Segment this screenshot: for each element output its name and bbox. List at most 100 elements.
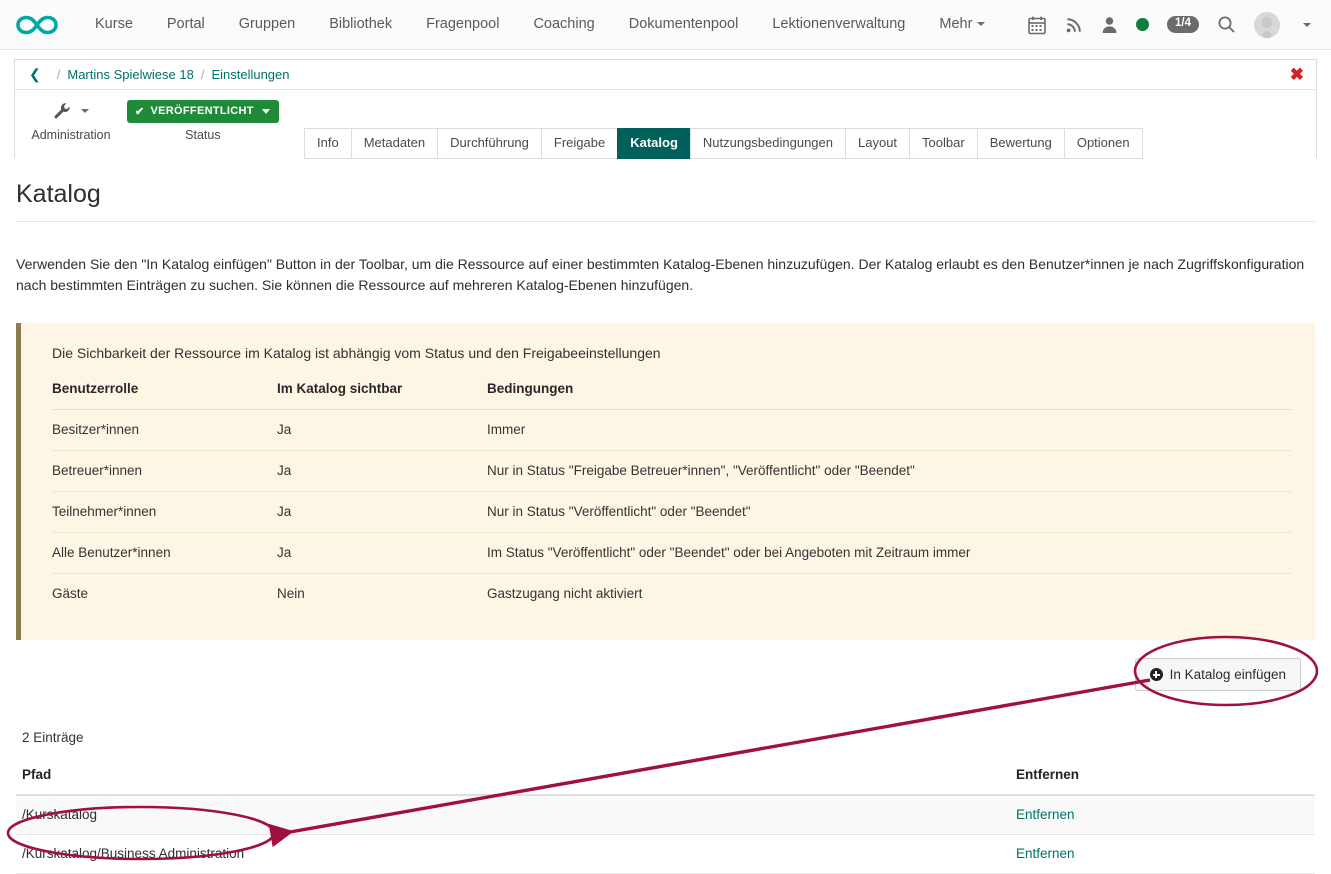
- chevron-left-icon[interactable]: ❮: [29, 66, 41, 83]
- cell-role: Besitzer*innen: [52, 410, 277, 451]
- page-title: Katalog: [16, 180, 1315, 222]
- wrench-icon: [53, 100, 89, 122]
- navbar-actions: 1/4: [1027, 12, 1315, 38]
- table-row: Gäste Nein Gastzugang nicht aktiviert: [52, 574, 1291, 615]
- administration-label: Administration: [31, 128, 110, 142]
- col-header-entfernen: Entfernen: [1010, 767, 1315, 795]
- add-button-row: In Katalog einfügen: [16, 658, 1315, 691]
- intro-paragraph: Verwenden Sie den "In Katalog einfügen" …: [16, 254, 1306, 296]
- main-content: Katalog Verwenden Sie den "In Katalog ei…: [0, 158, 1331, 874]
- cell-remove: Entfernen: [1010, 835, 1315, 874]
- person-icon[interactable]: [1101, 16, 1118, 34]
- breadcrumb-separator-1: /: [201, 67, 205, 82]
- catalog-entries-table: Pfad Entfernen /Kurskatalog Entfernen /K…: [16, 767, 1315, 874]
- nav-item-lektionenverwaltung[interactable]: Lektionenverwaltung: [755, 0, 922, 49]
- cell-conditions: Im Status "Veröffentlicht" oder "Beendet…: [487, 533, 1291, 574]
- tab-info[interactable]: Info: [304, 128, 351, 159]
- cell-visible: Ja: [277, 410, 487, 451]
- infinity-logo[interactable]: [14, 10, 60, 40]
- resource-toolbar: Administration ✔ VERÖFFENTLICHT Status I…: [15, 90, 1316, 158]
- table-row: Teilnehmer*innen Ja Nur in Status "Veröf…: [52, 492, 1291, 533]
- cell-conditions: Gastzugang nicht aktiviert: [487, 574, 1291, 615]
- cell-path: /Kurskatalog: [16, 795, 1010, 835]
- tab-metadaten[interactable]: Metadaten: [351, 128, 437, 159]
- check-icon: ✔: [135, 105, 145, 118]
- breadcrumb-item-settings[interactable]: Einstellungen: [211, 67, 289, 82]
- cell-remove: Entfernen: [1010, 795, 1315, 835]
- nav-item-bibliothek[interactable]: Bibliothek: [312, 0, 409, 49]
- administration-menu[interactable]: Administration: [15, 100, 127, 142]
- nav-item-gruppen[interactable]: Gruppen: [222, 0, 312, 49]
- cell-visible: Ja: [277, 492, 487, 533]
- breadcrumb-item-course[interactable]: Martins Spielwiese 18: [67, 67, 193, 82]
- table-row: Alle Benutzer*innen Ja Im Status "Veröff…: [52, 533, 1291, 574]
- chevron-down-icon: [977, 22, 985, 26]
- nav-item-portal[interactable]: Portal: [150, 0, 222, 49]
- nav-item-kurse[interactable]: Kurse: [78, 0, 150, 49]
- nav-item-dokumentenpool[interactable]: Dokumentenpool: [612, 0, 756, 49]
- status-control[interactable]: ✔ VERÖFFENTLICHT Status: [127, 100, 279, 142]
- settings-tabs: Info Metadaten Durchführung Freigabe Kat…: [304, 128, 1143, 159]
- col-header-sichtbar: Im Katalog sichtbar: [277, 381, 487, 410]
- avatar[interactable]: [1254, 12, 1280, 38]
- cell-role: Gäste: [52, 574, 277, 615]
- table-row: Besitzer*innen Ja Immer: [52, 410, 1291, 451]
- cell-role: Alle Benutzer*innen: [52, 533, 277, 574]
- nav-item-mehr-label: Mehr: [939, 16, 972, 32]
- status-button[interactable]: ✔ VERÖFFENTLICHT: [127, 100, 279, 123]
- tab-katalog[interactable]: Katalog: [617, 128, 690, 159]
- remove-link[interactable]: Entfernen: [1016, 846, 1075, 861]
- table-header-row: Benutzerrolle Im Katalog sichtbar Beding…: [52, 381, 1291, 410]
- visibility-infobox: Die Sichbarkeit der Ressource im Katalog…: [16, 323, 1315, 640]
- cell-visible: Nein: [277, 574, 487, 615]
- cell-visible: Ja: [277, 451, 487, 492]
- infobox-heading: Die Sichbarkeit der Ressource im Katalog…: [52, 345, 1291, 361]
- close-icon[interactable]: ✖: [1290, 66, 1304, 83]
- nav-item-mehr[interactable]: Mehr: [922, 0, 1002, 49]
- remove-link[interactable]: Entfernen: [1016, 807, 1075, 822]
- cell-conditions: Nur in Status "Veröffentlicht" oder "Bee…: [487, 492, 1291, 533]
- status-label: Status: [185, 128, 220, 142]
- primary-nav: Kurse Portal Gruppen Bibliothek Fragenpo…: [78, 0, 1002, 49]
- table-row: /Kurskatalog Entfernen: [16, 795, 1315, 835]
- breadcrumb-separator-0: /: [57, 67, 61, 82]
- col-header-bedingungen: Bedingungen: [487, 381, 1291, 410]
- entries-header-row: Pfad Entfernen: [16, 767, 1315, 795]
- table-row: /Kurskatalog/Business Administration Ent…: [16, 835, 1315, 874]
- nav-item-fragenpool[interactable]: Fragenpool: [409, 0, 516, 49]
- status-button-wrap: ✔ VERÖFFENTLICHT: [127, 100, 279, 122]
- cell-role: Teilnehmer*innen: [52, 492, 277, 533]
- user-menu-chevron-down-icon[interactable]: [1303, 23, 1311, 27]
- col-header-benutzerrolle: Benutzerrolle: [52, 381, 277, 410]
- add-to-catalog-button-label: In Katalog einfügen: [1170, 667, 1286, 682]
- cell-visible: Ja: [277, 533, 487, 574]
- tab-layout[interactable]: Layout: [845, 128, 909, 159]
- tab-toolbar[interactable]: Toolbar: [909, 128, 977, 159]
- notification-count-badge[interactable]: 1/4: [1167, 16, 1199, 33]
- calendar-icon[interactable]: [1027, 15, 1047, 35]
- tab-durchfuehrung[interactable]: Durchführung: [437, 128, 541, 159]
- cell-conditions: Nur in Status "Freigabe Betreuer*innen",…: [487, 451, 1291, 492]
- breadcrumb: ❮ / Martins Spielwiese 18 / Einstellunge…: [15, 60, 1316, 90]
- nav-item-coaching[interactable]: Coaching: [516, 0, 611, 49]
- search-icon[interactable]: [1217, 15, 1236, 34]
- tab-nutzungsbedingungen[interactable]: Nutzungsbedingungen: [690, 128, 845, 159]
- tab-optionen[interactable]: Optionen: [1064, 128, 1143, 159]
- table-row: Betreuer*innen Ja Nur in Status "Freigab…: [52, 451, 1291, 492]
- tab-freigabe[interactable]: Freigabe: [541, 128, 617, 159]
- cell-conditions: Immer: [487, 410, 1291, 451]
- status-dot-icon[interactable]: [1136, 18, 1149, 31]
- top-navbar: Kurse Portal Gruppen Bibliothek Fragenpo…: [0, 0, 1331, 50]
- tab-bewertung[interactable]: Bewertung: [977, 128, 1064, 159]
- status-value: VERÖFFENTLICHT: [151, 105, 254, 117]
- entries-count: 2 Einträge: [22, 730, 1315, 745]
- col-header-pfad: Pfad: [16, 767, 1010, 795]
- add-to-catalog-button[interactable]: In Katalog einfügen: [1135, 658, 1301, 691]
- status-chevron-down-icon: [262, 109, 270, 114]
- administration-chevron-down-icon: [81, 109, 89, 113]
- cell-role: Betreuer*innen: [52, 451, 277, 492]
- plus-circle-icon: [1150, 668, 1163, 681]
- page-panel: ❮ / Martins Spielwiese 18 / Einstellunge…: [14, 59, 1317, 158]
- cell-path: /Kurskatalog/Business Administration: [16, 835, 1010, 874]
- rss-icon[interactable]: [1065, 16, 1083, 34]
